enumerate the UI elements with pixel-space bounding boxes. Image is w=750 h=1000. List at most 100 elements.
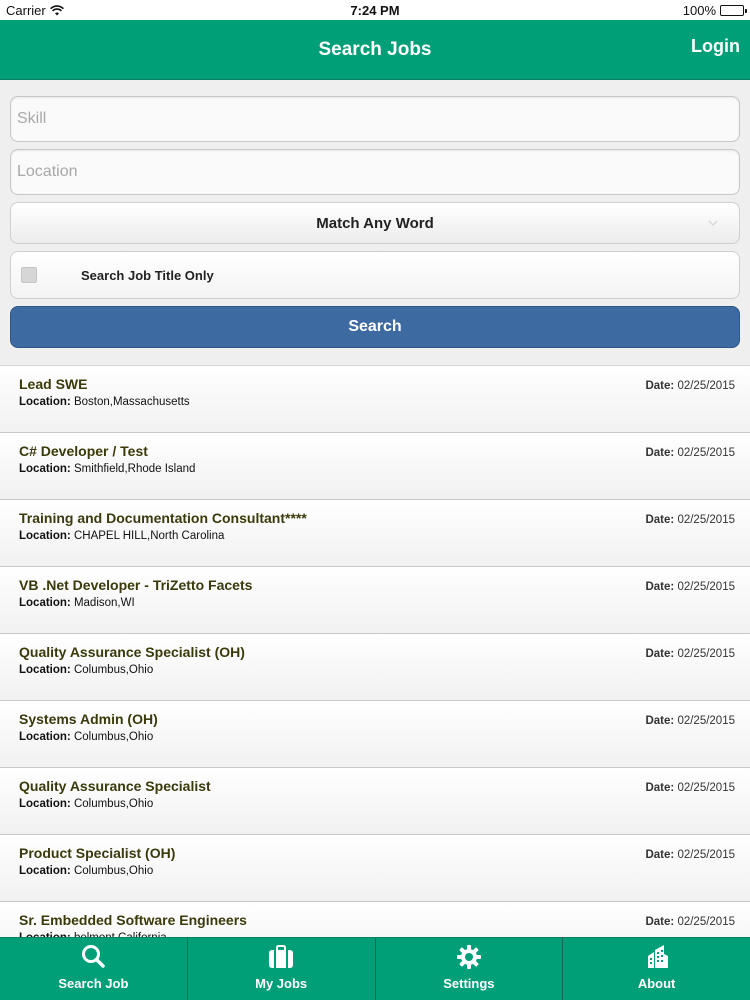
job-location-label: Location: bbox=[19, 597, 71, 609]
tab-label: Settings bbox=[443, 976, 495, 991]
job-location-value: Columbus,Ohio bbox=[73, 865, 154, 877]
job-location-value: CHAPEL HILL,North Carolina bbox=[73, 530, 225, 542]
job-location-label: Location: bbox=[19, 664, 71, 676]
login-button[interactable]: Login bbox=[691, 36, 740, 57]
job-location-value: Madison,WI bbox=[73, 597, 135, 609]
job-location-label: Location: bbox=[19, 731, 71, 743]
job-title: Quality Assurance Specialist bbox=[19, 778, 211, 794]
job-date-value: 02/25/2015 bbox=[677, 447, 735, 459]
job-title: VB .Net Developer - TriZetto Facets bbox=[19, 577, 253, 593]
location-input[interactable] bbox=[17, 163, 733, 181]
job-date: Date: 02/25/2015 bbox=[645, 380, 735, 392]
job-title: Training and Documentation Consultant***… bbox=[19, 510, 307, 526]
job-location: Location: Smithfield,Rhode Island bbox=[19, 463, 195, 475]
job-location-label: Location: bbox=[19, 865, 71, 877]
job-title: Sr. Embedded Software Engineers bbox=[19, 912, 247, 928]
job-location: Location: CHAPEL HILL,North Carolina bbox=[19, 530, 224, 542]
briefcase-icon bbox=[269, 945, 294, 968]
search-button[interactable]: Search bbox=[10, 306, 740, 348]
status-bar: Carrier 7:24 PM 100% bbox=[0, 0, 750, 20]
job-location-label: Location: bbox=[19, 463, 71, 475]
job-date-label: Date: bbox=[645, 849, 675, 861]
match-type-value: Match Any Word bbox=[316, 214, 434, 232]
tab-my-jobs[interactable]: My Jobs bbox=[188, 938, 376, 1000]
title-only-row[interactable]: Search Job Title Only bbox=[10, 251, 740, 299]
skill-field-container bbox=[10, 96, 740, 142]
job-row[interactable]: C# Developer / Test Location: Smithfield,… bbox=[0, 433, 750, 500]
job-date: Date: 02/25/2015 bbox=[645, 514, 735, 526]
tab-label: Search Job bbox=[58, 976, 129, 991]
job-date: Date: 02/25/2015 bbox=[645, 648, 735, 660]
search-form: Match Any Word Search Job Title Only Sea… bbox=[10, 96, 740, 348]
job-date-label: Date: bbox=[645, 782, 675, 794]
building-icon bbox=[647, 945, 668, 968]
job-date-label: Date: bbox=[645, 514, 675, 526]
job-location-label: Location: bbox=[19, 396, 71, 408]
battery-icon bbox=[720, 5, 747, 16]
job-row[interactable]: Quality Assurance Specialist Location: Co… bbox=[0, 768, 750, 835]
job-location-label: Location: bbox=[19, 530, 71, 542]
job-date-value: 02/25/2015 bbox=[677, 648, 735, 660]
job-location: Location: Columbus,Ohio bbox=[19, 664, 153, 676]
job-location-value: Columbus,Ohio bbox=[73, 664, 154, 676]
job-location: Location: Columbus,Ohio bbox=[19, 865, 153, 877]
job-row[interactable]: Quality Assurance Specialist (OH) Locatio… bbox=[0, 634, 750, 701]
tab-label: About bbox=[637, 976, 676, 991]
title-only-label: Search Job Title Only bbox=[81, 267, 214, 283]
tab-settings[interactable]: Settings bbox=[376, 938, 564, 1000]
job-location-value: Smithfield,Rhode Island bbox=[73, 463, 196, 475]
search-icon bbox=[82, 945, 106, 968]
job-list[interactable]: Lead SWE Location: Boston,Massachusetts Da… bbox=[0, 365, 750, 937]
job-date: Date: 02/25/2015 bbox=[645, 849, 735, 861]
job-location: Location: Columbus,Ohio bbox=[19, 798, 153, 810]
job-row[interactable]: Systems Admin (OH) Location: Columbus,Ohi… bbox=[0, 701, 750, 768]
job-location-value: Columbus,Ohio bbox=[73, 798, 154, 810]
skill-input[interactable] bbox=[17, 110, 733, 128]
job-date-value: 02/25/2015 bbox=[677, 514, 735, 526]
job-date-label: Date: bbox=[645, 648, 675, 660]
job-title: Lead SWE bbox=[19, 376, 88, 392]
job-row[interactable]: Training and Documentation Consultant***… bbox=[0, 500, 750, 567]
title-only-checkbox[interactable] bbox=[21, 267, 37, 283]
chevron-down-icon bbox=[708, 220, 718, 227]
job-date: Date: 02/25/2015 bbox=[645, 782, 735, 794]
job-location: Location: Columbus,Ohio bbox=[19, 731, 153, 743]
job-date: Date: 02/25/2015 bbox=[645, 581, 735, 593]
clock: 7:24 PM bbox=[350, 3, 400, 18]
job-date-value: 02/25/2015 bbox=[677, 380, 735, 392]
battery-percent: 100% bbox=[682, 3, 716, 18]
gear-icon bbox=[456, 945, 481, 969]
job-title: Quality Assurance Specialist (OH) bbox=[19, 644, 245, 660]
job-date-label: Date: bbox=[645, 380, 675, 392]
battery-indicator: 100% bbox=[682, 3, 747, 18]
job-date-value: 02/25/2015 bbox=[677, 782, 735, 794]
job-date-value: 02/25/2015 bbox=[677, 849, 735, 861]
job-row[interactable]: Product Specialist (OH) Location: Columbu… bbox=[0, 835, 750, 902]
job-location-value: Boston,Massachusetts bbox=[73, 396, 190, 408]
job-date: Date: 02/25/2015 bbox=[645, 447, 735, 459]
tab-search-job[interactable]: Search Job bbox=[0, 938, 188, 1000]
job-date: Date: 02/25/2015 bbox=[645, 916, 735, 928]
job-location: Location: Madison,WI bbox=[19, 597, 135, 609]
job-date: Date: 02/25/2015 bbox=[645, 715, 735, 727]
tab-about[interactable]: About bbox=[563, 938, 750, 1000]
job-title: Systems Admin (OH) bbox=[19, 711, 158, 727]
job-row[interactable]: VB .Net Developer - TriZetto Facets Locat… bbox=[0, 567, 750, 634]
job-date-value: 02/25/2015 bbox=[677, 916, 735, 928]
tab-label: My Jobs bbox=[255, 976, 308, 991]
job-location-label: Location: bbox=[19, 798, 71, 810]
nav-bar: Search Jobs Login bbox=[0, 20, 750, 80]
job-date-label: Date: bbox=[645, 715, 675, 727]
job-date-value: 02/25/2015 bbox=[677, 715, 735, 727]
tab-bar: Search Job My Jobs Settings About bbox=[0, 937, 750, 1000]
job-date-label: Date: bbox=[645, 447, 675, 459]
job-date-label: Date: bbox=[645, 581, 675, 593]
job-title: Product Specialist (OH) bbox=[19, 845, 176, 861]
job-row[interactable]: Lead SWE Location: Boston,Massachusetts Da… bbox=[0, 366, 750, 433]
job-date-value: 02/25/2015 bbox=[677, 581, 735, 593]
job-row[interactable]: Sr. Embedded Software EngineersLocation:… bbox=[0, 902, 750, 937]
match-type-select[interactable]: Match Any Word bbox=[10, 202, 740, 244]
job-title: C# Developer / Test bbox=[19, 443, 148, 459]
job-location: Location: Boston,Massachusetts bbox=[19, 396, 190, 408]
job-date-label: Date: bbox=[645, 916, 675, 928]
